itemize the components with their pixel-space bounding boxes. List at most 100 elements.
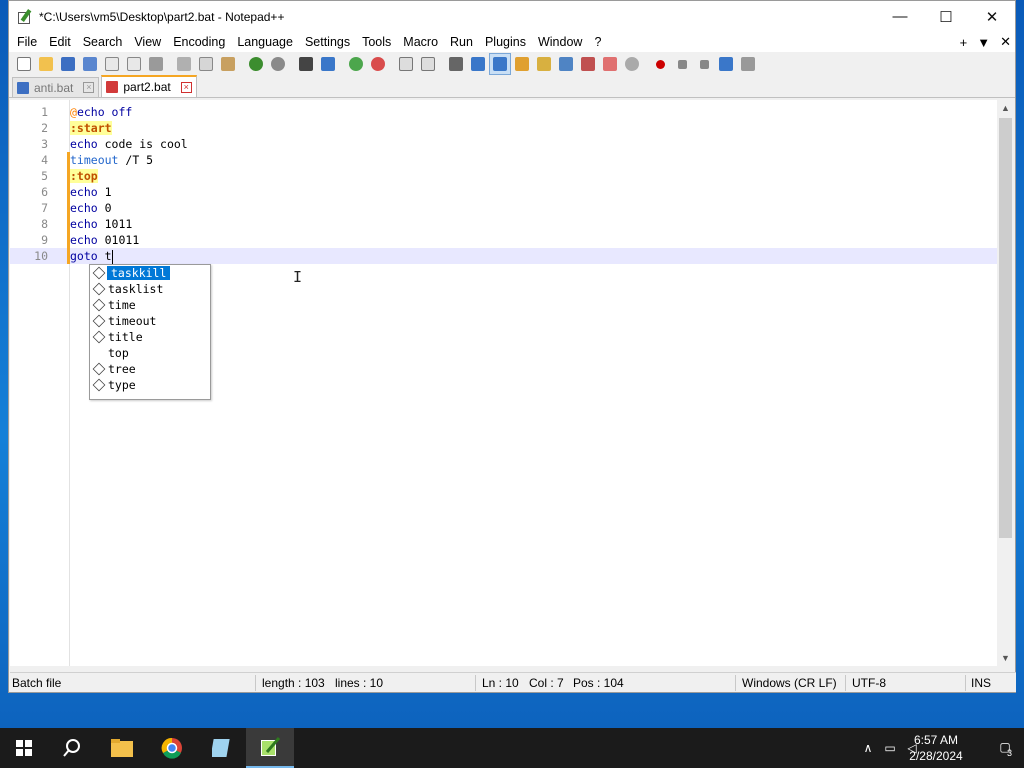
- search-button[interactable]: [48, 728, 96, 768]
- autocomplete-item[interactable]: time: [90, 297, 210, 313]
- autocomplete-item[interactable]: type: [90, 377, 210, 393]
- macro-play-button[interactable]: [693, 53, 715, 75]
- doc-list-button[interactable]: [555, 53, 577, 75]
- redo-button[interactable]: [267, 53, 289, 75]
- maximize-button[interactable]: ☐: [923, 1, 969, 32]
- menu-plugins[interactable]: Plugins: [479, 32, 532, 52]
- sync-vertical-button[interactable]: [395, 53, 417, 75]
- notepad-taskbar-button[interactable]: [198, 728, 246, 768]
- tab-close-icon[interactable]: ×: [180, 81, 192, 93]
- macro-stop-button[interactable]: [671, 53, 693, 75]
- paste-button[interactable]: [217, 53, 239, 75]
- cut-button[interactable]: [173, 53, 195, 75]
- menu-help[interactable]: ?: [588, 32, 607, 52]
- save-button[interactable]: [57, 53, 79, 75]
- save-all-icon: [83, 57, 97, 71]
- folder-workspace-button[interactable]: [599, 53, 621, 75]
- menu-settings[interactable]: Settings: [299, 32, 356, 52]
- indent-guide-button[interactable]: [489, 53, 511, 75]
- scroll-up-icon[interactable]: ▲: [997, 100, 1014, 116]
- menu-window[interactable]: Window: [532, 32, 588, 52]
- taskbar: ∧ ▭ ◁ 6:57 AM 2/28/2024 ▢ 3: [0, 728, 1024, 768]
- fast-forward-icon: [719, 57, 733, 71]
- cube-icon: [92, 330, 106, 344]
- udl-button[interactable]: [511, 53, 533, 75]
- sync-horizontal-button[interactable]: [417, 53, 439, 75]
- notification-center-icon[interactable]: ▢: [994, 739, 1016, 755]
- notepadpp-taskbar-button[interactable]: [246, 728, 294, 768]
- tab-list-dropdown-icon[interactable]: ▼: [977, 35, 990, 50]
- menu-encoding[interactable]: Encoding: [167, 32, 231, 52]
- autocomplete-item[interactable]: top: [90, 345, 210, 361]
- autocomplete-item[interactable]: title: [90, 329, 210, 345]
- autocomplete-item[interactable]: tasklist: [90, 281, 210, 297]
- tab-part2-bat[interactable]: part2.bat ×: [101, 75, 197, 97]
- autocomplete-item[interactable]: tree: [90, 361, 210, 377]
- minimize-button[interactable]: —: [877, 1, 923, 32]
- cube-icon: [92, 378, 106, 392]
- unsaved-file-icon: [106, 81, 119, 93]
- code-text: 1011: [97, 217, 133, 231]
- menu-edit[interactable]: Edit: [43, 32, 77, 52]
- replace-icon: [321, 57, 335, 71]
- chevron-up-icon[interactable]: ∧: [860, 740, 876, 756]
- print-button[interactable]: [145, 53, 167, 75]
- menu-run[interactable]: Run: [444, 32, 479, 52]
- autocomplete-item[interactable]: timeout: [90, 313, 210, 329]
- line-number: 5: [41, 169, 48, 183]
- eye-icon: [625, 57, 639, 71]
- scrollbar-thumb[interactable]: [999, 118, 1012, 538]
- macro-save-button[interactable]: [737, 53, 759, 75]
- function-list-button[interactable]: [577, 53, 599, 75]
- line-number: 6: [41, 185, 48, 199]
- doc-map-button[interactable]: [533, 53, 555, 75]
- word-wrap-button[interactable]: [445, 53, 467, 75]
- tab-anti-bat[interactable]: anti.bat ×: [12, 77, 100, 97]
- scroll-down-icon[interactable]: ▼: [997, 650, 1014, 666]
- monitoring-button[interactable]: [621, 53, 643, 75]
- new-tab-plus-icon[interactable]: +: [960, 35, 968, 50]
- vertical-scrollbar[interactable]: ▲ ▼: [997, 100, 1014, 666]
- zoom-in-button[interactable]: [345, 53, 367, 75]
- maximize-icon: ☐: [939, 8, 953, 26]
- open-file-button[interactable]: [35, 53, 57, 75]
- close-button[interactable]: ✕: [969, 1, 1015, 32]
- menu-search[interactable]: Search: [77, 32, 129, 52]
- tab-close-icon[interactable]: ×: [83, 82, 95, 93]
- autocomplete-list[interactable]: taskkill tasklist time timeout title top…: [89, 264, 211, 400]
- undo-button[interactable]: [245, 53, 267, 75]
- menu-tools[interactable]: Tools: [356, 32, 397, 52]
- file-explorer-button[interactable]: [98, 728, 146, 768]
- menu-language[interactable]: Language: [231, 32, 299, 52]
- replace-button[interactable]: [317, 53, 339, 75]
- zoom-out-button[interactable]: [367, 53, 389, 75]
- save-all-button[interactable]: [79, 53, 101, 75]
- copy-button[interactable]: [195, 53, 217, 75]
- menu-macro[interactable]: Macro: [397, 32, 444, 52]
- title-bar[interactable]: *C:\Users\vm5\Desktop\part2.bat - Notepa…: [9, 1, 1015, 32]
- chrome-button[interactable]: [148, 728, 196, 768]
- open-folder-icon: [39, 57, 53, 71]
- show-all-chars-button[interactable]: [467, 53, 489, 75]
- cube-icon: [92, 362, 106, 376]
- start-button[interactable]: [0, 728, 48, 768]
- keyword: echo: [70, 185, 98, 199]
- macro-record-button[interactable]: [649, 53, 671, 75]
- autocomplete-item[interactable]: taskkill: [90, 265, 210, 281]
- close-document-icon[interactable]: ✕: [1000, 34, 1011, 50]
- macro-run-multiple-button[interactable]: [715, 53, 737, 75]
- clock[interactable]: 6:57 AM 2/28/2024: [906, 732, 966, 764]
- new-file-icon: [17, 57, 31, 71]
- new-file-button[interactable]: [13, 53, 35, 75]
- close-all-button[interactable]: [123, 53, 145, 75]
- network-icon[interactable]: ▭: [882, 740, 898, 756]
- clock-date: 2/28/2024: [909, 749, 963, 763]
- status-pos: Pos : 104: [573, 676, 624, 690]
- status-language: Batch file: [12, 676, 62, 690]
- menu-view[interactable]: View: [128, 32, 167, 52]
- find-button[interactable]: [295, 53, 317, 75]
- close-file-button[interactable]: [101, 53, 123, 75]
- line-number: 7: [41, 201, 48, 215]
- window-title: *C:\Users\vm5\Desktop\part2.bat - Notepa…: [39, 9, 285, 24]
- menu-file[interactable]: File: [11, 32, 43, 52]
